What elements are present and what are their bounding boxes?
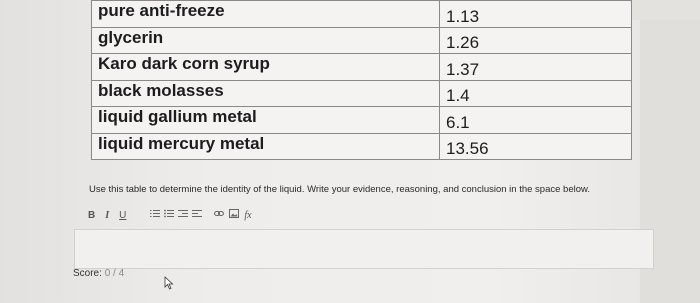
table-row: pure anti-freeze 1.13 (91, 0, 632, 28)
instructions-text: Use this table to determine the identity… (89, 184, 590, 195)
density-cell: 1.26 (439, 26, 632, 54)
formula-icon[interactable]: fx (244, 210, 251, 221)
underline-icon[interactable]: U (119, 210, 126, 221)
mouse-cursor-icon (164, 276, 174, 290)
density-cell: 1.37 (439, 53, 632, 81)
density-cell: 1.4 (439, 79, 632, 107)
density-table: pure anti-freeze 1.13 glycerin 1.26 Karo… (91, 0, 632, 160)
density-cell: 13.56 (439, 132, 632, 160)
link-icon[interactable] (214, 209, 225, 221)
table-row: glycerin 1.26 (91, 26, 632, 54)
density-cell: 1.13 (439, 0, 632, 28)
italic-icon[interactable]: I (105, 210, 109, 221)
table-row: Karo dark corn syrup 1.37 (91, 53, 632, 81)
ordered-list-icon[interactable] (150, 209, 161, 221)
editor-toolbar: B I U fx (88, 207, 262, 223)
substance-cell: black molasses (91, 79, 440, 107)
bold-icon[interactable]: B (88, 210, 95, 221)
score-value: 0 / 4 (104, 268, 125, 279)
score-line: Score: 0 / 4 (73, 268, 124, 279)
outdent-icon[interactable] (178, 209, 189, 221)
indent-icon[interactable] (192, 209, 203, 221)
score-label: Score: (73, 268, 102, 279)
substance-cell: pure anti-freeze (91, 0, 440, 28)
substance-cell: glycerin (91, 26, 440, 54)
unordered-list-icon[interactable] (164, 209, 175, 221)
substance-cell: liquid mercury metal (91, 132, 440, 160)
density-cell: 6.1 (439, 106, 632, 134)
table-row: liquid gallium metal 6.1 (91, 106, 632, 134)
table-row: liquid mercury metal 13.56 (91, 132, 632, 160)
answer-editor[interactable] (74, 229, 654, 269)
table-row: black molasses 1.4 (91, 79, 632, 107)
substance-cell: Karo dark corn syrup (91, 53, 440, 81)
image-icon[interactable] (229, 209, 240, 221)
substance-cell: liquid gallium metal (91, 106, 440, 134)
